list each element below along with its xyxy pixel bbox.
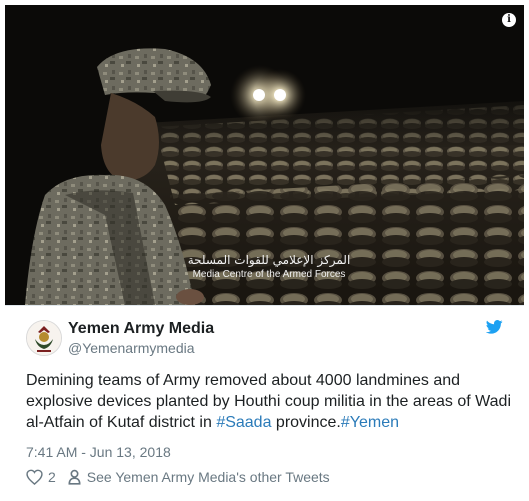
tweet-timestamp[interactable]: 7:41 AM - Jun 13, 2018 <box>26 443 171 461</box>
heart-icon[interactable] <box>26 469 43 485</box>
media-watermark: المركز الإعلامي للقوات المسلحة Media Cen… <box>185 253 353 281</box>
army-emblem-icon <box>27 321 61 355</box>
tweet-media-photo[interactable]: i المركز الإعلامي للقوات المسلحة Media C… <box>5 5 524 305</box>
hashtag-saada-link[interactable]: #Saada <box>216 414 271 431</box>
tweet-text-part2: province. <box>271 414 341 431</box>
person-icon[interactable] <box>68 469 81 485</box>
twitter-bird-icon[interactable] <box>485 320 503 334</box>
author-handle[interactable]: @Yemenarmymedia <box>68 339 195 357</box>
watermark-arabic: المركز الإعلامي للقوات المسلحة <box>187 253 351 267</box>
author-display-name[interactable]: Yemen Army Media <box>68 319 214 339</box>
tweet-actions: 2 See Yemen Army Media's other Tweets <box>26 468 330 486</box>
like-count[interactable]: 2 <box>48 468 56 486</box>
tweet-text: Demining teams of Army removed about 400… <box>26 370 511 433</box>
embedded-tweet-card: i المركز الإعلامي للقوات المسلحة Media C… <box>0 0 529 501</box>
tweet-body: Yemen Army Media @Yemenarmymedia Deminin… <box>5 305 524 495</box>
watermark-english: Media Centre of the Armed Forces <box>192 269 346 280</box>
hashtag-yemen-link[interactable]: #Yemen <box>341 414 399 431</box>
avatar[interactable] <box>26 320 62 356</box>
info-icon[interactable]: i <box>502 13 516 27</box>
see-other-tweets-link[interactable]: See Yemen Army Media's other Tweets <box>87 468 330 486</box>
